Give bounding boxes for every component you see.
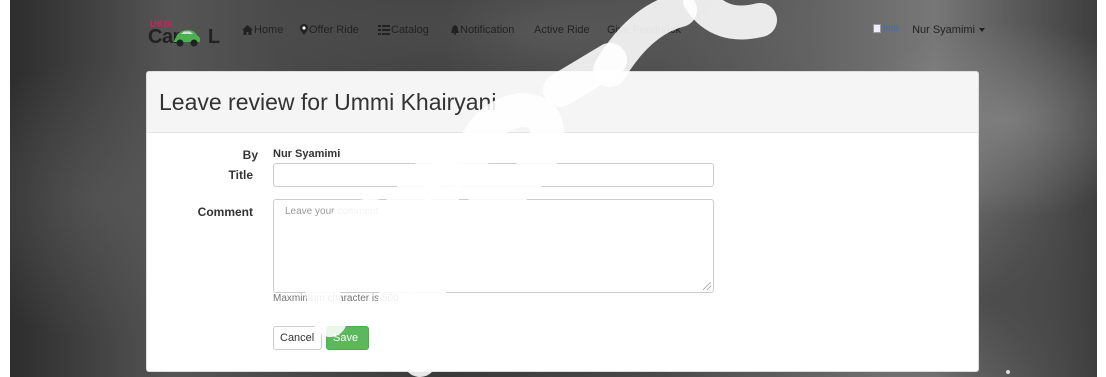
char-limit-help: Maxmimum character is 500 — [273, 293, 399, 304]
nav-catalog-label: Catalog — [391, 24, 429, 36]
title-label: Title — [228, 168, 253, 182]
page-title: Leave review for Ummi Khairyani — [159, 89, 497, 115]
comment-placeholder: Leave your comment — [285, 206, 379, 217]
resize-handle[interactable] — [703, 282, 711, 290]
nav-give-feedback-label: Give Feedback — [607, 24, 681, 36]
nav-notification-label: Notification — [460, 24, 515, 36]
nav-offer-ride[interactable]: Offer Ride — [300, 23, 359, 37]
nav-notification[interactable]: Notification — [451, 23, 514, 37]
cancel-button[interactable]: Cancel — [273, 326, 322, 350]
bell-icon — [451, 25, 459, 35]
nav-home[interactable]: Home — [242, 23, 283, 37]
list-icon — [378, 25, 390, 35]
nav-active-ride-label: Active Ride — [534, 24, 590, 36]
comment-textarea[interactable]: Leave your comment — [273, 199, 714, 293]
nav-home-label: Home — [254, 24, 284, 36]
title-input[interactable] — [273, 163, 714, 187]
caret-down-icon — [979, 28, 986, 32]
logo-suffix-text: L — [207, 26, 220, 48]
by-label: By — [242, 148, 258, 162]
background-light — [1006, 370, 1010, 374]
user-menu-dropdown[interactable]: ima Nur Syamimi — [873, 23, 986, 37]
nav-active-ride[interactable]: Active Ride — [534, 23, 590, 37]
user-name: Nur Syamimi — [912, 24, 976, 36]
panel-heading: Leave review for Ummi Khairyani — [147, 72, 978, 133]
user-avatar: ima — [873, 23, 909, 35]
comment-label: Comment — [197, 205, 253, 219]
by-value: Nur Syamimi — [273, 148, 341, 160]
map-marker-icon — [300, 24, 308, 35]
nav-give-feedback[interactable]: Give Feedback — [607, 23, 681, 37]
broken-image-icon — [873, 24, 881, 33]
home-icon — [242, 25, 253, 35]
car-icon — [174, 30, 200, 47]
save-button[interactable]: Save — [326, 326, 369, 350]
review-panel: Leave review for Ummi Khairyani By Nur S… — [146, 71, 979, 372]
brand-logo[interactable]: UKM Car L — [148, 19, 224, 49]
nav-offer-ride-label: Offer Ride — [309, 24, 359, 36]
nav-catalog[interactable]: Catalog — [378, 23, 429, 37]
avatar-alt-text: ima — [883, 23, 900, 34]
